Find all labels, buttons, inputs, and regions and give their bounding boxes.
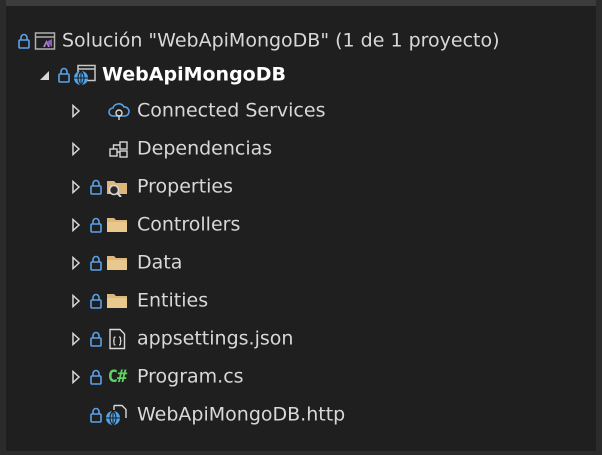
tree-item-connected-services[interactable]: Connected Services	[6, 92, 596, 130]
tree-item-properties[interactable]: Properties	[6, 168, 596, 206]
expanded-triangle-icon[interactable]	[35, 66, 53, 84]
tree-item-label: Data	[137, 251, 183, 274]
lock-icon	[90, 407, 102, 423]
lock-icon	[90, 217, 102, 233]
collapsed-triangle-icon[interactable]	[67, 330, 85, 348]
solution-tree: Solución "WebApiMongoDB" (1 de 1 proyect…	[6, 24, 596, 434]
solution-icon	[33, 30, 57, 52]
lock-icon	[90, 293, 102, 309]
lock-icon	[58, 67, 70, 83]
collapsed-triangle-icon[interactable]	[67, 254, 85, 272]
tree-item-http-file[interactable]: WebApiMongoDB.http	[6, 396, 596, 434]
tree-item-label: Controllers	[137, 213, 241, 236]
tree-item-label: Properties	[137, 175, 234, 198]
panel-top-border	[6, 0, 596, 6]
tree-item-data[interactable]: Data	[6, 244, 596, 282]
solution-explorer: Solución "WebApiMongoDB" (1 de 1 proyect…	[0, 0, 602, 455]
solution-node[interactable]: Solución "WebApiMongoDB" (1 de 1 proyect…	[6, 24, 596, 58]
folder-icon	[105, 252, 129, 274]
lock-icon	[90, 331, 102, 347]
lock-icon	[18, 33, 30, 49]
tree-item-label: appsettings.json	[137, 327, 294, 350]
tree-item-program-cs[interactable]: C# Program.cs	[6, 358, 596, 396]
connected-services-icon	[107, 100, 131, 122]
tree-item-appsettings-json[interactable]: appsettings.json	[6, 320, 596, 358]
json-file-icon	[105, 328, 129, 350]
tree-item-label: Connected Services	[137, 99, 326, 122]
tree-item-controllers[interactable]: Controllers	[6, 206, 596, 244]
tree-item-label: Entities	[137, 289, 209, 312]
collapsed-triangle-icon[interactable]	[67, 216, 85, 234]
http-file-icon	[105, 404, 129, 426]
tree-item-label: Program.cs	[137, 365, 244, 388]
folder-icon	[105, 290, 129, 312]
collapsed-triangle-icon[interactable]	[67, 102, 85, 120]
folder-icon	[105, 214, 129, 236]
tree-item-entities[interactable]: Entities	[6, 282, 596, 320]
project-label: WebApiMongoDB	[102, 63, 286, 86]
collapsed-triangle-icon[interactable]	[67, 140, 85, 158]
csharp-file-icon: C#	[107, 367, 127, 387]
properties-folder-icon	[105, 176, 129, 198]
dependencies-icon	[107, 138, 131, 160]
tree-item-label: Dependencias	[137, 137, 273, 160]
lock-icon	[90, 369, 102, 385]
collapsed-triangle-icon[interactable]	[67, 178, 85, 196]
lock-icon	[90, 179, 102, 195]
tree-item-label: WebApiMongoDB.http	[137, 403, 346, 426]
tree-item-dependencias[interactable]: Dependencias	[6, 130, 596, 168]
lock-icon	[90, 255, 102, 271]
project-node[interactable]: WebApiMongoDB	[6, 58, 596, 92]
collapsed-triangle-icon[interactable]	[67, 292, 85, 310]
web-project-icon	[73, 64, 97, 86]
solution-label: Solución "WebApiMongoDB" (1 de 1 proyect…	[62, 29, 500, 52]
collapsed-triangle-icon[interactable]	[67, 368, 85, 386]
